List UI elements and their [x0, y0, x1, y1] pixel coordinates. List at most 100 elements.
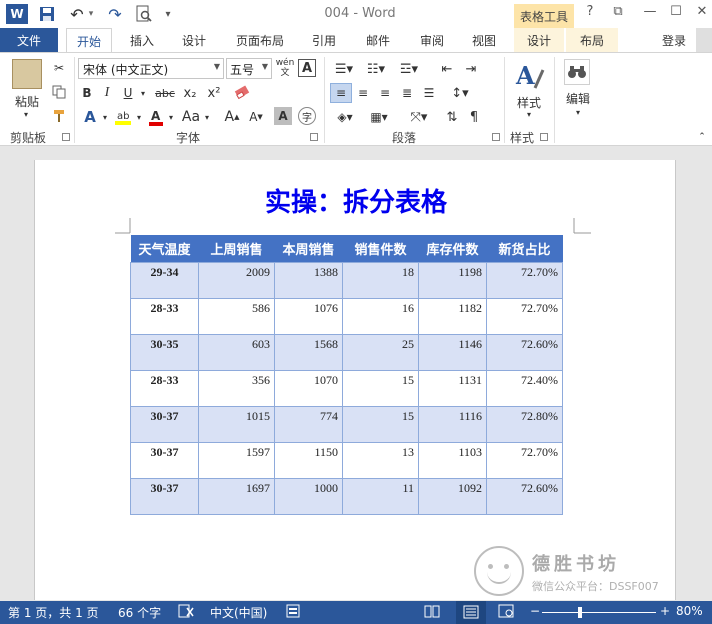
tab-insert[interactable]: 插入: [120, 28, 164, 52]
avatar[interactable]: [696, 28, 712, 52]
paste-button-label[interactable]: 粘贴: [10, 93, 44, 109]
align-left-icon[interactable]: ≡: [330, 83, 352, 103]
table-cell[interactable]: 72.80%: [486, 405, 563, 443]
table-cell[interactable]: 356: [198, 369, 275, 407]
table-cell[interactable]: 15: [342, 369, 419, 407]
language-status[interactable]: 中文(中国): [210, 604, 267, 621]
tab-view[interactable]: 视图: [462, 28, 506, 52]
styles-launcher-icon[interactable]: [540, 133, 548, 141]
font-color-dropdown-icon[interactable]: ▾: [166, 107, 176, 127]
bullets-icon[interactable]: ☰▾: [330, 59, 358, 79]
table-cell[interactable]: 28-33: [130, 369, 199, 407]
close-button[interactable]: ✕: [690, 4, 712, 24]
customize-toolbar-icon[interactable]: ▾: [160, 4, 176, 24]
copy-icon[interactable]: [50, 83, 68, 101]
borders-icon[interactable]: ▦▾: [364, 107, 394, 127]
tab-table-design[interactable]: 设计: [514, 28, 564, 52]
table-cell[interactable]: 1000: [274, 477, 343, 515]
underline-icon[interactable]: U: [118, 83, 138, 103]
web-layout-icon[interactable]: [498, 604, 514, 621]
tab-file[interactable]: 文件: [0, 28, 58, 52]
page-count[interactable]: 第 1 页，共 1 页: [8, 604, 99, 621]
column-header[interactable]: 库存件数: [418, 235, 487, 262]
text-effects-dropdown-icon[interactable]: ▾: [100, 107, 110, 127]
tab-design[interactable]: 设计: [172, 28, 216, 52]
table-cell[interactable]: 1198: [418, 261, 487, 299]
clear-formatting-icon[interactable]: [232, 83, 252, 103]
paragraph-launcher-icon[interactable]: [492, 133, 500, 141]
table-cell[interactable]: 72.60%: [486, 477, 563, 515]
chinese-layout-icon[interactable]: ⤧▾: [404, 107, 434, 127]
sort-icon[interactable]: ⇅: [442, 107, 462, 127]
subscript-icon[interactable]: x₂: [180, 83, 200, 103]
table-cell[interactable]: 1388: [274, 261, 343, 299]
font-color-icon[interactable]: A: [146, 107, 166, 127]
table-cell[interactable]: 1597: [198, 441, 275, 479]
show-marks-icon[interactable]: ¶: [464, 107, 484, 127]
column-header[interactable]: 新货占比: [486, 235, 563, 262]
table-cell[interactable]: 1076: [274, 297, 343, 335]
line-spacing-icon[interactable]: ↕▾: [446, 83, 474, 103]
ribbon-display-options-button[interactable]: ⧉: [606, 4, 630, 24]
table-cell[interactable]: 30-35: [130, 333, 199, 371]
character-shading-icon[interactable]: A: [274, 107, 292, 125]
table-cell[interactable]: 72.60%: [486, 333, 563, 371]
zoom-out-button[interactable]: −: [530, 604, 540, 618]
paste-icon[interactable]: [12, 59, 42, 89]
multilevel-list-icon[interactable]: ☲▾: [394, 59, 424, 79]
table-cell[interactable]: 1568: [274, 333, 343, 371]
table-cell[interactable]: 11: [342, 477, 419, 515]
styles-icon[interactable]: A: [512, 59, 546, 93]
column-header[interactable]: 销售件数: [342, 235, 419, 262]
maximize-button[interactable]: ☐: [664, 4, 688, 24]
editing-dropdown-icon[interactable]: ▾: [572, 107, 584, 117]
table-cell[interactable]: 1150: [274, 441, 343, 479]
zoom-slider-thumb[interactable]: [578, 607, 582, 618]
table-cell[interactable]: 72.70%: [486, 441, 563, 479]
table-cell[interactable]: 774: [274, 405, 343, 443]
align-center-icon[interactable]: ≡: [352, 83, 374, 103]
table-cell[interactable]: 16: [342, 297, 419, 335]
table-cell[interactable]: 1146: [418, 333, 487, 371]
table-cell[interactable]: 72.70%: [486, 261, 563, 299]
italic-icon[interactable]: I: [98, 83, 116, 103]
undo-dropdown-icon[interactable]: ▾: [86, 4, 96, 24]
read-mode-icon[interactable]: [424, 604, 440, 621]
tab-review[interactable]: 审阅: [410, 28, 454, 52]
table-cell[interactable]: 72.70%: [486, 297, 563, 335]
sign-in-link[interactable]: 登录: [662, 32, 686, 49]
column-header[interactable]: 本周销售: [274, 235, 343, 262]
table-cell[interactable]: 30-37: [130, 405, 199, 443]
shading-icon[interactable]: ◈▾: [330, 107, 360, 127]
tab-table-layout[interactable]: 布局: [566, 28, 618, 52]
print-layout-icon[interactable]: [456, 601, 486, 624]
highlight-color-icon[interactable]: ab: [112, 107, 134, 127]
print-preview-icon[interactable]: [134, 4, 154, 24]
distributed-icon[interactable]: ☰: [418, 83, 440, 103]
proofing-icon[interactable]: [178, 604, 194, 621]
font-size-select[interactable]: 五号 ▼: [226, 58, 272, 79]
document-heading[interactable]: 实操：拆分表格: [35, 182, 677, 219]
paste-dropdown-icon[interactable]: ▾: [20, 109, 32, 119]
table-cell[interactable]: 1131: [418, 369, 487, 407]
styles-dropdown-icon[interactable]: ▾: [522, 109, 536, 119]
table-cell[interactable]: 1103: [418, 441, 487, 479]
table-cell[interactable]: 603: [198, 333, 275, 371]
increase-indent-icon[interactable]: ⇥: [460, 59, 482, 79]
tab-home[interactable]: 开始: [66, 28, 112, 52]
tab-references[interactable]: 引用: [302, 28, 346, 52]
save-icon[interactable]: [38, 4, 56, 24]
minimize-button[interactable]: —: [638, 4, 662, 24]
table-cell[interactable]: 30-37: [130, 441, 199, 479]
table-cell[interactable]: 1070: [274, 369, 343, 407]
change-case-dropdown-icon[interactable]: ▾: [202, 107, 212, 127]
enclose-characters-icon[interactable]: 字: [298, 107, 316, 125]
table-cell[interactable]: 1092: [418, 477, 487, 515]
table-cell[interactable]: 15: [342, 405, 419, 443]
character-border-icon[interactable]: A: [298, 59, 316, 77]
shrink-font-icon[interactable]: A ▼: [246, 107, 266, 127]
word-logo-icon[interactable]: W: [6, 4, 28, 24]
align-right-icon[interactable]: ≡: [374, 83, 396, 103]
help-button[interactable]: ?: [578, 4, 602, 24]
tab-page-layout[interactable]: 页面布局: [228, 28, 292, 52]
